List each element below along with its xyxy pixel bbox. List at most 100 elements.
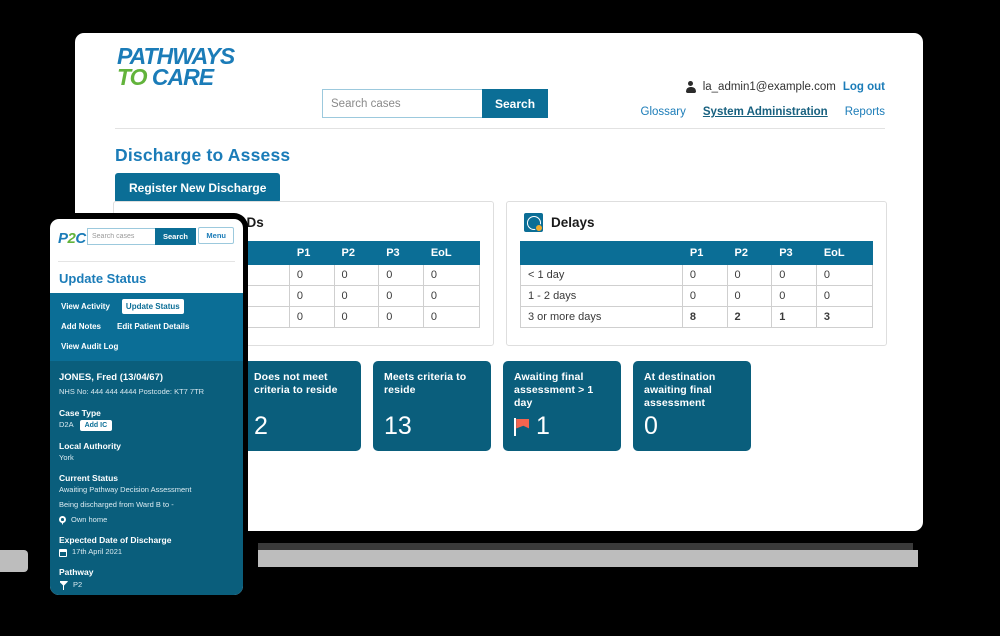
edd-heading: Expected Date of Discharge [59, 535, 172, 546]
stat-card-value-row: 2 [254, 414, 268, 439]
mobile-search-button[interactable]: Search [155, 228, 197, 245]
person-icon [685, 81, 696, 93]
monitor-stand-neck [258, 543, 913, 550]
case-type-row: D2A Add IC [59, 419, 234, 431]
col-header-p2: P2 [333, 241, 380, 265]
stat-card-awaiting-final-assessment[interactable]: Awaiting final assessment > 1 day 1 [503, 361, 621, 451]
delays-table: P1 P2 P3 EoL < 1 day 0 0 0 0 1 - 2 days [520, 241, 874, 328]
case-type-value: D2A [59, 420, 74, 430]
mobile-page-title: Update Status [59, 271, 147, 286]
cell-p2: 0 [333, 306, 380, 328]
mobile-patient-detail-panel: JONES, Fred (13/04/67) NHS No: 444 444 4… [50, 361, 243, 595]
nav-item-system-administration[interactable]: System Administration [703, 106, 828, 118]
cell-p3: 0 [378, 306, 424, 328]
monitor-stand-base [258, 550, 918, 567]
cell-p3: 0 [771, 285, 817, 307]
stat-card-does-not-meet-criteria-to-reside[interactable]: Does not meet criteria to reside 2 [243, 361, 361, 451]
cell-p1: 0 [681, 264, 728, 286]
stat-card-label: Awaiting final assessment > 1 day [514, 371, 594, 409]
col-header-p3: P3 [378, 241, 424, 265]
mobile-device-frame: P2C Search Menu Update Status View Activ… [44, 213, 248, 601]
edd-row: 17th April 2021 [59, 547, 234, 558]
col-header-eol: EoL [422, 241, 481, 265]
col-header-p3: P3 [771, 241, 817, 265]
mobile-logo-p: P [58, 230, 68, 247]
row-label: 1 - 2 days [520, 285, 683, 307]
mobile-tab-bar: View Activity Update Status Add Notes Ed… [50, 293, 243, 361]
cell-p3: 0 [378, 285, 424, 307]
tab-add-notes[interactable]: Add Notes [57, 319, 105, 334]
add-ic-button[interactable]: Add IC [79, 419, 113, 431]
stat-card-meets-criteria-to-reside[interactable]: Meets criteria to reside 13 [373, 361, 491, 451]
discharge-from-text: Being discharged from Ward B to - [59, 500, 174, 510]
pathway-value: P2 [73, 579, 83, 589]
stat-card-value-row: 1 [514, 414, 550, 439]
tab-edit-patient-details[interactable]: Edit Patient Details [113, 319, 193, 334]
mobile-screen: P2C Search Menu Update Status View Activ… [50, 219, 243, 595]
destination-value: Own home [71, 515, 108, 525]
cell-eol: 0 [422, 285, 481, 307]
site-header: PATHWAYS TO CARE Search la_admin1@exampl… [75, 33, 923, 129]
mobile-menu-button[interactable]: Menu [198, 227, 234, 244]
destination-row: Own home [59, 515, 234, 526]
cell-eol: 0 [422, 264, 481, 286]
local-authority-value: York [59, 453, 74, 463]
cell-p2: 0 [726, 264, 773, 286]
table-row: < 1 day 0 0 0 0 [520, 264, 874, 286]
location-pin-icon [59, 516, 66, 525]
register-new-discharge-button[interactable]: Register New Discharge [115, 173, 281, 203]
cell-p3[interactable]: 1 [771, 306, 817, 328]
tab-view-audit-log[interactable]: View Audit Log [57, 339, 122, 354]
tab-update-status[interactable]: Update Status [121, 299, 184, 314]
nav-item-glossary[interactable]: Glossary [641, 106, 686, 118]
cell-eol: 0 [815, 285, 874, 307]
search-form: Search [322, 89, 549, 118]
cell-eol: 0 [422, 306, 481, 328]
site-logo[interactable]: PATHWAYS TO CARE [117, 44, 235, 88]
pathway-row: P2 [59, 580, 234, 591]
cell-p1: 0 [288, 264, 335, 286]
red-flag-icon [514, 417, 530, 436]
header-divider [115, 128, 885, 129]
case-type-heading: Case Type [59, 407, 101, 418]
search-input[interactable] [322, 89, 482, 118]
tab-view-activity[interactable]: View Activity [57, 299, 114, 314]
search-button[interactable]: Search [482, 89, 549, 118]
cell-eol: 0 [815, 264, 874, 286]
mobile-logo-c: C [75, 230, 86, 247]
local-authority-heading: Local Authority [59, 440, 122, 451]
cell-p1[interactable]: 8 [681, 306, 728, 328]
cell-p2[interactable]: 2 [726, 306, 773, 328]
cell-p1: 0 [288, 306, 335, 328]
table-row: 3 or more days 8 2 1 3 [520, 306, 874, 328]
current-status-value: Awaiting Pathway Decision Assessment [59, 485, 192, 495]
account-row: la_admin1@example.com Log out [685, 81, 885, 93]
logout-link[interactable]: Log out [843, 81, 885, 93]
cell-p2: 0 [333, 285, 380, 307]
stat-card-value: 1 [536, 412, 550, 440]
mobile-logo[interactable]: P2C [58, 230, 86, 247]
table-header-row: P1 P2 P3 EoL [520, 241, 874, 265]
stat-card-value: 13 [384, 412, 412, 440]
col-header-blank [520, 241, 683, 265]
pathway-branch-icon [59, 581, 68, 590]
mobile-search-input[interactable] [87, 228, 155, 245]
cell-p3: 0 [771, 264, 817, 286]
stat-card-value: 0 [644, 412, 658, 440]
stat-card-label: At destination awaiting final assessment [644, 371, 716, 409]
cell-eol[interactable]: 3 [815, 306, 874, 328]
account-email: la_admin1@example.com [702, 81, 836, 93]
mobile-header: P2C Search Menu [50, 219, 243, 261]
pathway-heading: Pathway [59, 567, 94, 578]
stat-card-label: Meets criteria to reside [384, 371, 467, 396]
mobile-search-form: Search [87, 228, 197, 245]
table-row: 1 - 2 days 0 0 0 0 [520, 285, 874, 307]
col-header-eol: EoL [815, 241, 874, 265]
stat-card-at-destination-awaiting-final-assessment[interactable]: At destination awaiting final assessment… [633, 361, 751, 451]
current-status-heading: Current Status [59, 473, 119, 484]
cell-p2: 0 [726, 285, 773, 307]
panel-delays-title: Delays [551, 215, 595, 230]
nav-item-reports[interactable]: Reports [845, 106, 885, 118]
panel-delays-header: Delays [507, 202, 886, 232]
patient-identifiers: NHS No: 444 444 4444 Postcode: KT7 7TR [59, 386, 205, 396]
